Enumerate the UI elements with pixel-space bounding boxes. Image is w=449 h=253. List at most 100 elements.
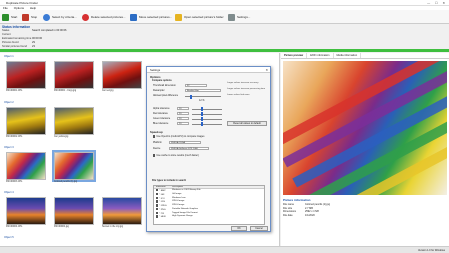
- thumbnail-selected[interactable]: [52, 150, 96, 182]
- folder-icon: [175, 13, 182, 21]
- thumbnail[interactable]: [102, 197, 142, 225]
- thumbnail-caption: Car yellow.jpg: [54, 136, 69, 138]
- version-label: Version 1.0 for Windows: [418, 248, 445, 252]
- thumbnail[interactable]: [54, 61, 94, 89]
- note-time: Larger values increase processing time: [227, 88, 266, 90]
- slider-knob[interactable]: [201, 112, 203, 116]
- platform-label: Platform: [153, 141, 162, 144]
- slider-knob[interactable]: [201, 107, 203, 111]
- header-extension: Extension: [156, 186, 166, 188]
- status-bar: Version 1.0 for Windows: [0, 246, 449, 253]
- picture-info-table: File name Colored pencils (1).jpg File si…: [283, 203, 447, 217]
- red-label: Red tolerance: [153, 112, 168, 115]
- preview-tabs: Picture preview EXIF information Media i…: [281, 53, 449, 59]
- tab-exif-information[interactable]: EXIF information: [307, 53, 334, 58]
- pixel-diff-label: Allowed pixel difference: [153, 94, 179, 97]
- green-label: Green tolerance: [153, 117, 171, 120]
- group-label: Object 5: [4, 236, 14, 239]
- thumbnail-caption: DSC00003.JPG: [6, 181, 23, 183]
- info-value: 1/1/2020: [305, 213, 315, 217]
- thumbnail[interactable]: [54, 107, 94, 135]
- window-controls[interactable]: — ☐ ✕: [427, 1, 447, 5]
- resampler-label: Resampler: [153, 89, 165, 92]
- picture-preview: [283, 61, 447, 195]
- tab-media-information[interactable]: Media information: [334, 53, 362, 58]
- thumbnail[interactable]: [54, 197, 94, 225]
- ok-button[interactable]: OK: [231, 226, 247, 231]
- speedup-heading: Speed-up: [150, 130, 163, 134]
- thumb-dim-field[interactable]: 32: [185, 83, 207, 88]
- cancel-button[interactable]: Cancel: [250, 226, 268, 231]
- slider-knob[interactable]: [201, 117, 203, 121]
- move-icon: [130, 13, 137, 21]
- blue-label: Blue tolerance: [153, 122, 169, 125]
- pixel-diff-slider[interactable]: [185, 94, 221, 99]
- green-slider[interactable]: [192, 117, 222, 121]
- delete-icon: [82, 13, 89, 21]
- close-icon[interactable]: ✕: [265, 68, 268, 72]
- green-field[interactable]: 10: [177, 116, 189, 121]
- status-value: Search completed in 00:00:06: [32, 29, 67, 32]
- settings-button[interactable]: Settings...: [228, 12, 250, 22]
- group-label: Object 3: [4, 146, 14, 149]
- pixel-diff-value: 12 %: [199, 99, 205, 102]
- slider-knob[interactable]: [201, 122, 203, 126]
- thumbnail-caption: Car red.jpg: [102, 90, 114, 92]
- settings-dialog: Settings ✕ Options Compare options Thumb…: [146, 66, 271, 232]
- move-selected-button[interactable]: Move selected pictures...: [130, 12, 172, 22]
- cache-checkbox[interactable]: Use cache to store results (much faster): [153, 154, 199, 157]
- window-title: Duplicate Picture Finder: [6, 1, 39, 5]
- info-key: File date: [283, 213, 293, 217]
- start-button[interactable]: Start: [2, 12, 17, 22]
- gear-icon: [228, 13, 235, 21]
- search-progress-bar: [0, 49, 449, 52]
- alpha-field[interactable]: 10: [177, 106, 189, 111]
- open-folder-button[interactable]: Open selected picture's folder: [175, 12, 224, 22]
- stop-button[interactable]: Stop: [22, 12, 37, 22]
- delete-selected-button[interactable]: Delete selected pictures...: [82, 12, 126, 22]
- thumbnail-caption: DSC00004.JPG: [6, 226, 23, 228]
- toolbar: Start Stop Select by criteria... Delete …: [0, 10, 449, 24]
- note-accuracy: Larger values increase accuracy: [227, 82, 259, 84]
- slider-knob[interactable]: [190, 94, 192, 99]
- thumbnail[interactable]: [6, 61, 46, 89]
- thumbnail[interactable]: [6, 107, 46, 135]
- status-table: Status Search completed in 00:00:06 Curre…: [2, 29, 182, 49]
- group-label: Object 1: [4, 55, 14, 58]
- picture-info-heading: Picture information: [283, 198, 311, 202]
- group-label: Object 4: [4, 191, 14, 194]
- thumbnail[interactable]: [102, 61, 142, 89]
- compare-options-label: Compare options: [152, 79, 172, 82]
- filetypes-table[interactable]: Extension Description *.BMP Windows or OS/…: [153, 185, 265, 225]
- red-slider[interactable]: [192, 112, 222, 116]
- header-description: Description: [172, 186, 183, 188]
- thumbnail[interactable]: [6, 197, 46, 225]
- blue-field[interactable]: 10: [177, 121, 189, 126]
- device-label: Device: [153, 147, 161, 150]
- group-label: Object 2: [4, 101, 14, 104]
- blue-slider[interactable]: [192, 122, 222, 126]
- thumbnail-caption: DSC00004.jpg: [54, 226, 69, 228]
- select-criteria-button[interactable]: Select by criteria...: [43, 12, 77, 22]
- platform-select[interactable]: NVIDIA CUDA: [169, 140, 201, 145]
- alpha-slider[interactable]: [192, 107, 222, 111]
- device-select[interactable]: NVIDIA GeForce GTX 1060: [169, 146, 209, 151]
- tab-picture-preview[interactable]: Picture preview: [281, 53, 308, 58]
- filetypes-heading: File types to include in search: [152, 179, 187, 182]
- stop-icon: [22, 13, 29, 21]
- table-row[interactable]: *.HDR High Dynamic Range: [154, 215, 264, 219]
- thumbnail-caption: DSC00001.JPG: [6, 90, 23, 92]
- play-icon: [2, 13, 9, 21]
- select-icon: [43, 13, 50, 21]
- alpha-label: Alpha tolerance: [153, 107, 170, 110]
- thumbnail-caption: Colored pencils (1).jpg: [54, 181, 77, 183]
- reset-defaults-button[interactable]: Reset all values to default: [227, 121, 267, 126]
- red-field[interactable]: 10: [177, 111, 189, 116]
- thumbnail[interactable]: [6, 152, 46, 180]
- opencl-checkbox[interactable]: Use OpenCL (multi-GPU) to compare images: [153, 135, 204, 138]
- resampler-select[interactable]: Bicubic filter: [185, 88, 221, 93]
- thumbnail-caption: DSC00001 - Copy.jpg: [54, 90, 77, 92]
- thumbnail-caption: DSC00002.JPG: [6, 136, 23, 138]
- preview-pane: Picture preview EXIF information Media i…: [281, 53, 449, 246]
- note-lower: Lower values find more: [227, 94, 250, 96]
